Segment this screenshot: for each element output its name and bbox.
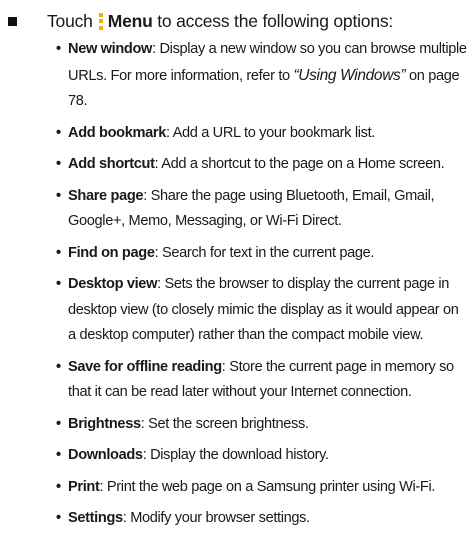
bullet-icon: • bbox=[56, 244, 61, 261]
option-desc: : Set the screen brightness. bbox=[140, 415, 309, 432]
bullet-icon: • bbox=[56, 415, 61, 432]
list-item: • Desktop view: Sets the browser to disp… bbox=[56, 272, 468, 349]
intro-line: Touch Menu to access the following optio… bbox=[6, 8, 466, 34]
bullet-icon: • bbox=[56, 276, 61, 292]
list-item: • Print: Print the web page on a Samsung… bbox=[56, 475, 468, 501]
list-item: • Settings: Modify your browser settings… bbox=[56, 506, 468, 532]
bullet-icon: • bbox=[56, 156, 61, 172]
bullet-icon: • bbox=[56, 447, 61, 463]
list-item: • Save for offline reading: Store the cu… bbox=[56, 355, 468, 406]
option-name: Desktop view bbox=[68, 276, 158, 292]
option-desc: : Add a URL to your bookmark list. bbox=[165, 124, 375, 141]
option-name: Save for offline reading bbox=[68, 358, 222, 375]
option-name: Add bookmark bbox=[68, 124, 166, 141]
option-name: New window bbox=[68, 41, 153, 57]
bullet-icon: • bbox=[56, 124, 61, 141]
option-name: Brightness bbox=[68, 415, 141, 432]
intro-prefix: Touch bbox=[47, 10, 93, 31]
option-desc: : Modify your browser settings. bbox=[122, 510, 310, 526]
bullet-icon: • bbox=[56, 187, 61, 204]
option-name: Print bbox=[68, 478, 100, 495]
list-item: • Share page: Share the page using Bluet… bbox=[56, 184, 468, 235]
option-name: Add shortcut bbox=[68, 156, 155, 172]
bullet-icon: • bbox=[56, 478, 61, 495]
manual-page: Touch Menu to access the following optio… bbox=[0, 0, 473, 553]
list-item: • Add bookmark: Add a URL to your bookma… bbox=[56, 121, 468, 147]
option-name: Settings bbox=[68, 510, 123, 526]
list-item: • Downloads: Display the download histor… bbox=[56, 443, 468, 469]
option-name: Downloads bbox=[68, 447, 143, 463]
option-name: Find on page bbox=[68, 244, 155, 261]
list-item: • New window: Display a new window so yo… bbox=[56, 37, 468, 115]
intro-suffix: to access the following options: bbox=[157, 10, 394, 31]
list-item: • Brightness: Set the screen brightness. bbox=[56, 412, 468, 438]
menu-label: Menu bbox=[107, 10, 153, 31]
options-list: • New window: Display a new window so yo… bbox=[56, 37, 468, 538]
bullet-icon: • bbox=[56, 358, 61, 375]
cross-reference-link[interactable]: “Using Windows” bbox=[294, 67, 406, 84]
list-item: • Add shortcut: Add a shortcut to the pa… bbox=[56, 152, 468, 178]
bullet-icon: • bbox=[56, 510, 61, 526]
menu-icon bbox=[98, 12, 104, 30]
list-item: • Find on page: Search for text in the c… bbox=[56, 241, 468, 267]
option-desc: : Print the web page on a Samsung printe… bbox=[99, 478, 436, 495]
square-bullet-icon bbox=[8, 16, 17, 26]
option-desc: : Search for text in the current page. bbox=[154, 244, 375, 261]
option-desc: : Display the download history. bbox=[142, 447, 329, 463]
bullet-icon: • bbox=[56, 41, 61, 57]
option-desc: : Add a shortcut to the page on a Home s… bbox=[154, 156, 445, 172]
option-name: Share page bbox=[68, 187, 144, 204]
